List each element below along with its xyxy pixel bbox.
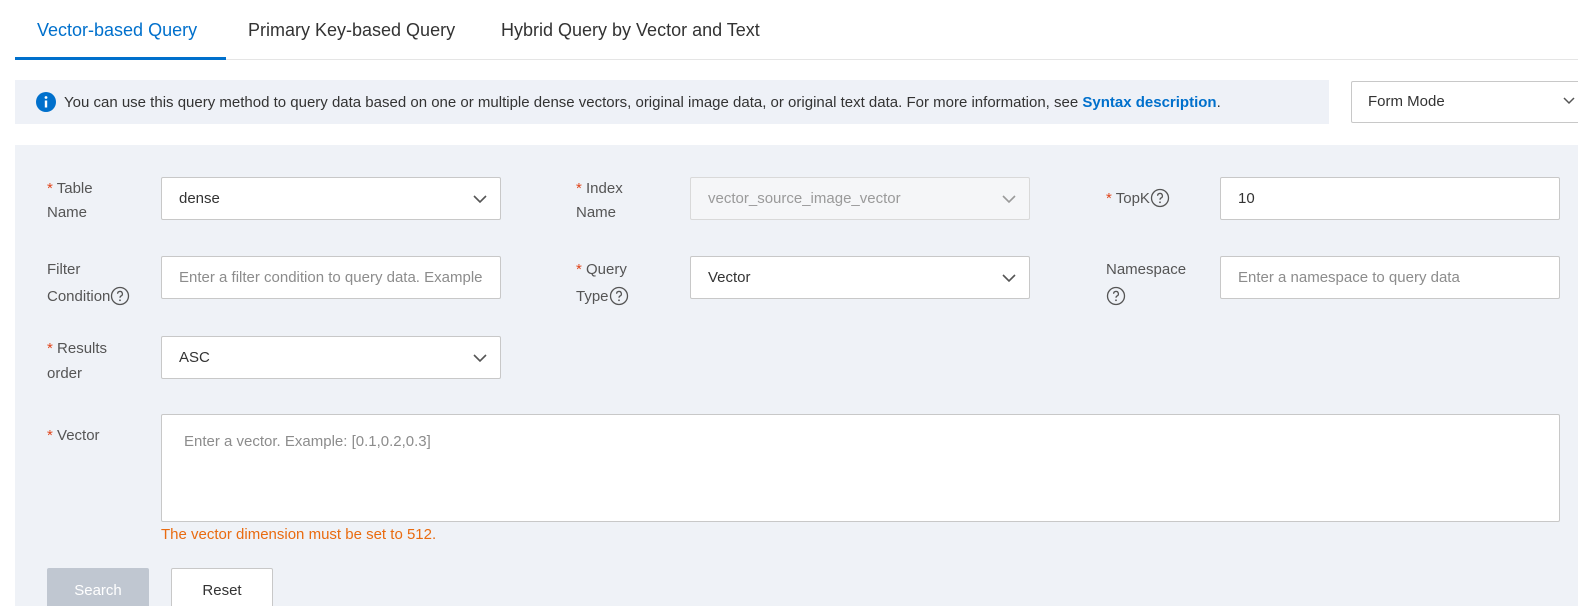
topk-label: * TopK	[1106, 187, 1170, 211]
info-trailing: .	[1216, 93, 1221, 111]
table-name-value: dense	[179, 190, 220, 207]
vector-error-message: The vector dimension must be set to 512.	[161, 526, 437, 543]
query-type-value: Vector	[708, 269, 751, 286]
required-mark: *	[47, 180, 53, 197]
query-type-label-line1: Query	[586, 261, 627, 278]
namespace-placeholder: Enter a namespace to query data	[1238, 269, 1460, 286]
index-name-label-line1: Index	[586, 180, 623, 197]
table-name-select[interactable]: dense	[161, 177, 501, 220]
tab-hybrid-query[interactable]: Hybrid Query by Vector and Text	[501, 0, 760, 60]
filter-condition-label-line1: Filter	[47, 261, 81, 278]
vector-textarea[interactable]: Enter a vector. Example: [0.1,0.2,0.3]	[161, 414, 1560, 522]
chevron-down-icon	[1002, 195, 1016, 204]
required-mark: *	[47, 340, 53, 357]
tab-vector-based-query[interactable]: Vector-based Query	[37, 0, 197, 60]
reset-button[interactable]: Reset	[171, 568, 273, 606]
table-name-label: * Table Name	[47, 177, 93, 225]
filter-condition-label-line2: Condition	[47, 288, 111, 305]
required-mark: *	[576, 261, 582, 278]
index-name-label: * Index Name	[576, 177, 623, 225]
table-name-label-line2: Name	[47, 204, 88, 221]
help-icon[interactable]	[110, 286, 130, 306]
chevron-down-icon	[1563, 97, 1575, 105]
mode-select[interactable]: Form Mode	[1351, 81, 1578, 123]
required-mark: *	[576, 180, 582, 197]
active-tab-indicator	[15, 57, 226, 60]
vector-placeholder: Enter a vector. Example: [0.1,0.2,0.3]	[184, 433, 431, 450]
topk-value: 10	[1238, 190, 1255, 207]
index-name-label-line2: Name	[576, 204, 617, 221]
query-type-label-line2: Type	[576, 288, 609, 305]
help-icon[interactable]	[1106, 286, 1126, 306]
info-text: You can use this query method to query d…	[64, 93, 1083, 111]
index-name-select: vector_source_image_vector	[690, 177, 1030, 220]
syntax-description-link[interactable]: Syntax description	[1082, 94, 1216, 111]
info-banner: You can use this query method to query d…	[15, 80, 1329, 124]
filter-condition-label: Filter Condition	[47, 256, 130, 310]
query-type-label: * Query Type	[576, 256, 629, 310]
namespace-label-text: Namespace	[1106, 261, 1187, 278]
info-icon	[36, 92, 56, 112]
namespace-label: Namespace	[1106, 256, 1186, 310]
vector-label: * Vector	[47, 424, 100, 448]
results-order-label-line2: order	[47, 365, 83, 382]
mode-select-value: Form Mode	[1368, 93, 1445, 110]
topk-label-text: TopK	[1115, 190, 1150, 207]
chevron-down-icon	[473, 354, 487, 363]
help-icon[interactable]	[1150, 188, 1170, 208]
index-name-value: vector_source_image_vector	[708, 190, 901, 207]
search-button[interactable]: Search	[47, 568, 149, 606]
required-mark: *	[1106, 190, 1112, 207]
vector-label-text: Vector	[57, 427, 100, 444]
namespace-input[interactable]: Enter a namespace to query data	[1220, 256, 1560, 299]
chevron-down-icon	[473, 195, 487, 204]
required-mark: *	[47, 427, 53, 444]
tab-primary-key-based-query[interactable]: Primary Key-based Query	[248, 0, 455, 60]
query-type-select[interactable]: Vector	[690, 256, 1030, 299]
results-order-select[interactable]: ASC	[161, 336, 501, 379]
results-order-value: ASC	[179, 349, 210, 366]
filter-condition-placeholder: Enter a filter condition to query data. …	[179, 269, 483, 286]
help-icon[interactable]	[609, 286, 629, 306]
table-name-label-line1: Table	[56, 180, 93, 197]
results-order-label-line1: Results	[57, 340, 108, 357]
results-order-label: * Results order	[47, 336, 107, 386]
filter-condition-input[interactable]: Enter a filter condition to query data. …	[161, 256, 501, 299]
topk-input[interactable]: 10	[1220, 177, 1560, 220]
chevron-down-icon	[1002, 274, 1016, 283]
query-tabs: Vector-based Query Primary Key-based Que…	[15, 0, 1578, 60]
